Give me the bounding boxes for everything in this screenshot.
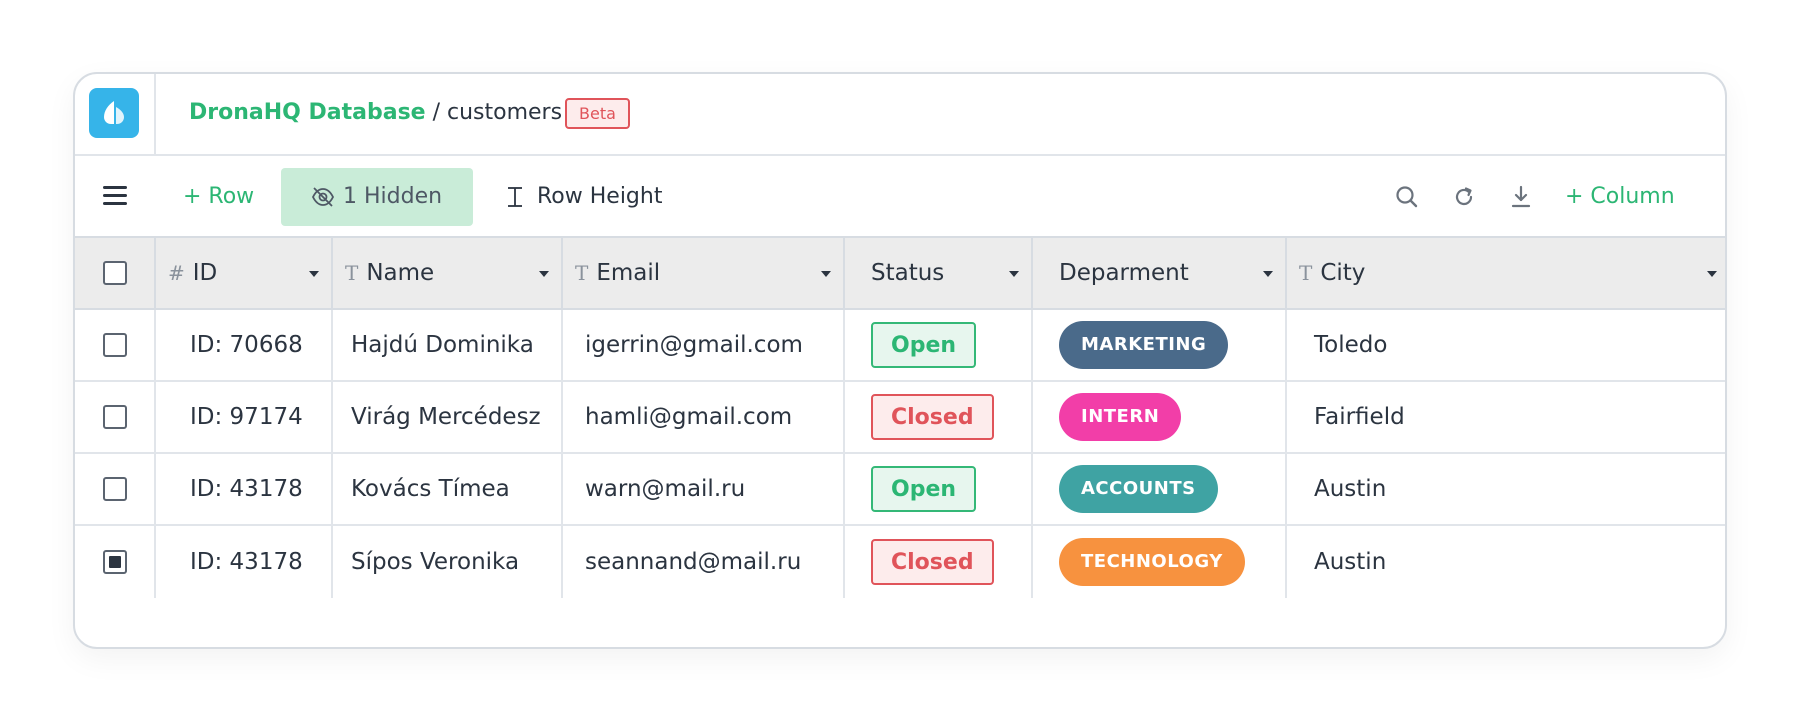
email-cell[interactable]: seannand@mail.ru	[563, 526, 845, 598]
name-cell[interactable]: Hajdú Dominika	[333, 310, 563, 380]
city-cell[interactable]: Austin	[1287, 454, 1725, 524]
column-header-label: ID	[192, 260, 218, 286]
department-tag: ACCOUNTS	[1059, 465, 1218, 513]
text-type-icon: T	[1299, 261, 1313, 285]
select-all-checkbox[interactable]	[102, 261, 127, 285]
column-header-label: City	[1320, 260, 1366, 286]
column-header-label: Name	[366, 260, 435, 286]
row-height-label: Row Height	[537, 184, 663, 209]
header-bar: DronaHQ Database / customers Beta	[75, 74, 1725, 156]
table-row[interactable]: ID: 43178 Sípos Veronika seannand@mail.r…	[75, 526, 1725, 598]
row-select-cell	[75, 454, 156, 524]
toolbar: + Row 1 Hidden Row Height + Column	[75, 156, 1725, 238]
chevron-down-icon[interactable]	[821, 271, 831, 277]
column-header-label: Deparment	[1059, 260, 1189, 286]
department-cell[interactable]: MARKETING	[1033, 310, 1287, 380]
column-header-label: Status	[871, 260, 945, 286]
email-cell[interactable]: warn@mail.ru	[563, 454, 845, 524]
add-column-button[interactable]: + Column	[1565, 168, 1675, 226]
city-cell[interactable]: Fairfield	[1287, 382, 1725, 452]
text-type-icon: T	[575, 261, 589, 285]
email-cell[interactable]: igerrin@gmail.com	[563, 310, 845, 380]
name-cell[interactable]: Virág Mercédesz	[333, 382, 563, 452]
id-cell[interactable]: ID: 43178	[156, 454, 333, 524]
chevron-down-icon[interactable]	[309, 271, 319, 277]
beta-badge: Beta	[565, 98, 630, 129]
hidden-fields-label: 1 Hidden	[343, 184, 443, 209]
chevron-down-icon[interactable]	[1707, 271, 1717, 277]
breadcrumb-app[interactable]: DronaHQ Database	[189, 100, 426, 125]
column-header-department[interactable]: Deparment	[1033, 238, 1287, 308]
table-row[interactable]: ID: 43178 Kovács Tímea warn@mail.ru Open…	[75, 454, 1725, 526]
chevron-down-icon[interactable]	[1263, 271, 1273, 277]
status-cell[interactable]: Closed	[845, 526, 1033, 598]
menu-icon[interactable]	[103, 186, 127, 206]
email-cell[interactable]: hamli@gmail.com	[563, 382, 845, 452]
city-cell[interactable]: Toledo	[1287, 310, 1725, 380]
row-checkbox[interactable]	[102, 405, 127, 429]
status-badge: Open	[871, 466, 977, 512]
id-cell[interactable]: ID: 70668	[156, 310, 333, 380]
row-checkbox[interactable]	[102, 550, 127, 574]
text-type-icon: T	[345, 261, 359, 285]
department-cell[interactable]: ACCOUNTS	[1033, 454, 1287, 524]
row-height-icon	[508, 187, 522, 207]
database-table-card: DronaHQ Database / customers Beta + Row …	[73, 72, 1727, 649]
department-tag: INTERN	[1059, 393, 1182, 441]
column-header-city[interactable]: T City	[1287, 238, 1725, 308]
row-select-cell	[75, 382, 156, 452]
column-header-email[interactable]: T Email	[563, 238, 845, 308]
department-tag: MARKETING	[1059, 321, 1229, 369]
chevron-down-icon[interactable]	[539, 271, 549, 277]
select-all-cell	[75, 238, 156, 308]
table-header-row: # ID T Name T Email Status Deparment T C…	[75, 238, 1725, 310]
status-badge: Open	[871, 322, 977, 368]
city-cell[interactable]: Austin	[1287, 526, 1725, 598]
name-cell[interactable]: Kovács Tímea	[333, 454, 563, 524]
table-row[interactable]: ID: 97174 Virág Mercédesz hamli@gmail.co…	[75, 382, 1725, 454]
status-cell[interactable]: Open	[845, 310, 1033, 380]
status-cell[interactable]: Closed	[845, 382, 1033, 452]
row-height-button[interactable]: Row Height	[505, 168, 662, 226]
name-cell[interactable]: Sípos Veronika	[333, 526, 563, 598]
department-tag: TECHNOLOGY	[1059, 538, 1245, 586]
eye-off-icon	[311, 187, 335, 207]
chevron-down-icon[interactable]	[1009, 271, 1019, 277]
column-header-name[interactable]: T Name	[333, 238, 563, 308]
id-cell[interactable]: ID: 97174	[156, 382, 333, 452]
logo-cell	[75, 74, 156, 154]
download-icon[interactable]	[1508, 184, 1534, 210]
status-cell[interactable]: Open	[845, 454, 1033, 524]
add-row-button[interactable]: + Row	[177, 168, 260, 226]
row-checkbox[interactable]	[102, 477, 127, 501]
row-select-cell	[75, 526, 156, 598]
row-checkbox[interactable]	[102, 333, 127, 357]
status-badge: Closed	[871, 394, 994, 440]
department-cell[interactable]: INTERN	[1033, 382, 1287, 452]
column-header-id[interactable]: # ID	[156, 238, 333, 308]
row-select-cell	[75, 310, 156, 380]
department-cell[interactable]: TECHNOLOGY	[1033, 526, 1287, 598]
status-badge: Closed	[871, 539, 994, 585]
breadcrumb-table: customers	[447, 100, 563, 125]
breadcrumb-separator: /	[425, 100, 447, 125]
logo-icon	[104, 101, 124, 124]
column-header-status[interactable]: Status	[845, 238, 1033, 308]
number-type-icon: #	[168, 261, 185, 285]
dronahq-logo[interactable]	[89, 88, 139, 138]
hidden-fields-button[interactable]: 1 Hidden	[281, 168, 473, 226]
table-row[interactable]: ID: 70668 Hajdú Dominika igerrin@gmail.c…	[75, 310, 1725, 382]
search-icon[interactable]	[1394, 184, 1420, 210]
column-header-label: Email	[596, 260, 661, 286]
refresh-icon[interactable]	[1451, 184, 1477, 210]
breadcrumb: DronaHQ Database / customers	[189, 100, 562, 125]
id-cell[interactable]: ID: 43178	[156, 526, 333, 598]
